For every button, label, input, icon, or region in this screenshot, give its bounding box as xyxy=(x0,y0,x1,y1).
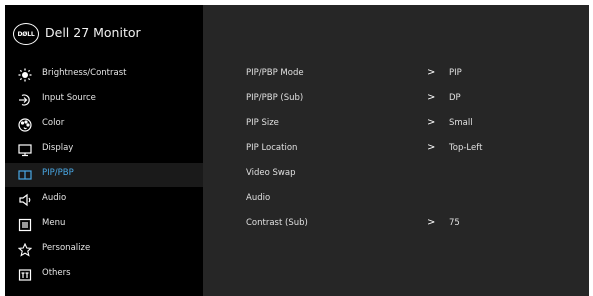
osd-header: DØLL Dell 27 Monitor xyxy=(5,5,203,60)
setting-value: DP xyxy=(449,93,461,103)
setting-value: 75 xyxy=(449,218,460,228)
chevron-right-icon: > xyxy=(427,92,436,103)
chevron-right-icon: > xyxy=(427,217,436,228)
sidebar-item-others[interactable]: Others xyxy=(5,263,203,287)
speaker-icon xyxy=(17,192,33,208)
sidebar-item-label: Color xyxy=(42,118,65,128)
monitor-osd: DØLL Dell 27 Monitor Brightness/Contrast… xyxy=(5,5,589,296)
dell-logo: DØLL xyxy=(13,23,39,45)
sidebar-item-label: Display xyxy=(42,143,74,153)
setting-label: Audio xyxy=(246,193,271,203)
sidebar: DØLL Dell 27 Monitor Brightness/Contrast… xyxy=(5,5,203,296)
menu-icon xyxy=(17,217,33,233)
setting-label: PIP/PBP Mode xyxy=(246,68,304,78)
color-icon xyxy=(17,117,33,133)
sidebar-item-input-source[interactable]: Input Source xyxy=(5,88,203,112)
setting-label: PIP Location xyxy=(246,143,298,153)
sidebar-item-color[interactable]: Color xyxy=(5,113,203,137)
star-icon xyxy=(17,242,33,258)
sidebar-item-personalize[interactable]: Personalize xyxy=(5,238,203,262)
setting-row-video-swap[interactable]: Video Swap xyxy=(203,163,589,187)
pip-pbp-settings-panel: PIP/PBP Mode > PIP PIP/PBP (Sub) > DP PI… xyxy=(203,5,589,296)
setting-value: Small xyxy=(449,118,473,128)
setting-label: Video Swap xyxy=(246,168,296,178)
sidebar-item-label: Personalize xyxy=(42,243,91,253)
chevron-right-icon: > xyxy=(427,142,436,153)
setting-row-pip-size[interactable]: PIP Size > Small xyxy=(203,113,589,137)
sidebar-item-label: Menu xyxy=(42,218,66,228)
setting-label: PIP Size xyxy=(246,118,279,128)
chevron-right-icon: > xyxy=(427,117,436,128)
input-source-icon xyxy=(17,92,33,108)
sidebar-item-label: Audio xyxy=(42,193,67,203)
setting-row-pip-location[interactable]: PIP Location > Top-Left xyxy=(203,138,589,162)
brightness-icon xyxy=(17,67,33,83)
chevron-right-icon: > xyxy=(427,67,436,78)
display-icon xyxy=(17,142,33,158)
monitor-title: Dell 27 Monitor xyxy=(45,25,141,40)
sidebar-item-label: Others xyxy=(42,268,71,278)
sidebar-item-audio[interactable]: Audio xyxy=(5,188,203,212)
sidebar-item-display[interactable]: Display xyxy=(5,138,203,162)
sidebar-item-label: PIP/PBP xyxy=(42,168,74,178)
setting-row-audio[interactable]: Audio xyxy=(203,188,589,212)
sidebar-item-brightness-contrast[interactable]: Brightness/Contrast xyxy=(5,63,203,87)
others-icon xyxy=(17,267,33,283)
setting-row-contrast-sub[interactable]: Contrast (Sub) > 75 xyxy=(203,213,589,237)
setting-label: PIP/PBP (Sub) xyxy=(246,93,304,103)
setting-row-pip-pbp-mode[interactable]: PIP/PBP Mode > PIP xyxy=(203,63,589,87)
pip-pbp-icon xyxy=(17,167,33,183)
sidebar-item-menu[interactable]: Menu xyxy=(5,213,203,237)
setting-label: Contrast (Sub) xyxy=(246,218,308,228)
setting-row-pip-pbp-sub[interactable]: PIP/PBP (Sub) > DP xyxy=(203,88,589,112)
sidebar-item-label: Brightness/Contrast xyxy=(42,68,127,78)
sidebar-item-pip-pbp[interactable]: PIP/PBP xyxy=(5,163,203,187)
setting-value: Top-Left xyxy=(449,143,483,153)
setting-value: PIP xyxy=(449,68,462,78)
sidebar-item-label: Input Source xyxy=(42,93,96,103)
